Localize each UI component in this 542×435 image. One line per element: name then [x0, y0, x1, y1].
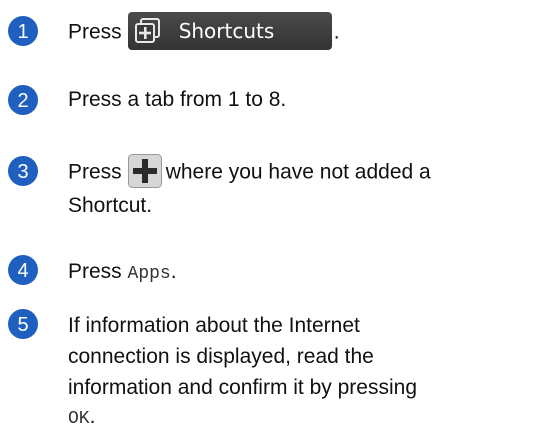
- ok-key-name: OK: [68, 409, 90, 429]
- step-text: Press Apps.: [68, 256, 177, 290]
- step-text-line-3: information and confirm it by pressing: [68, 376, 417, 399]
- sentence-end: .: [333, 20, 340, 44]
- step-number: 5: [17, 314, 28, 336]
- step-3: 3 Press where you have not added a Short…: [0, 150, 542, 240]
- step-number: 2: [17, 90, 28, 112]
- step-5: 5 If information about the Internet conn…: [0, 306, 542, 433]
- step-4: 4 Press Apps.: [0, 254, 542, 304]
- step-number-badge: 3: [8, 156, 38, 186]
- step-press-word: Press: [68, 160, 122, 184]
- step-number-badge: 1: [8, 16, 38, 46]
- shortcuts-icon: [134, 18, 160, 43]
- step-text-line-2: connection is displayed, read the: [68, 345, 374, 368]
- shortcuts-button[interactable]: Shortcuts: [127, 12, 332, 50]
- step-1: 1 Press Shortcuts.: [0, 0, 542, 60]
- step-number: 4: [17, 260, 28, 282]
- step-text-line-2: Shortcut.: [68, 194, 153, 217]
- step-press-word: Press: [68, 20, 122, 44]
- step-text: Press Shortcuts.: [68, 12, 340, 52]
- step-2: 2 Press a tab from 1 to 8.: [0, 82, 542, 132]
- step-number: 3: [17, 161, 28, 183]
- step-continuation: where you have not added a: [165, 160, 431, 184]
- apps-key-name: Apps: [127, 264, 171, 284]
- step-number-badge: 4: [8, 255, 38, 285]
- shortcuts-button-label: Shortcuts: [178, 19, 275, 43]
- step-text: Press a tab from 1 to 8.: [68, 88, 287, 111]
- step-text-line-4: OK.: [68, 401, 95, 435]
- step-number-badge: 5: [8, 309, 38, 339]
- step-number-badge: 2: [8, 85, 38, 115]
- step-press-word: Press: [68, 260, 122, 283]
- step-text-line-1: Press where you have not added a: [68, 154, 431, 190]
- add-shortcut-button[interactable]: [127, 154, 162, 188]
- step-number: 1: [17, 21, 28, 43]
- sentence-end: .: [89, 405, 96, 428]
- step-text-line-1: If information about the Internet: [68, 314, 360, 337]
- sentence-end: .: [170, 260, 177, 283]
- plus-icon: [127, 154, 162, 188]
